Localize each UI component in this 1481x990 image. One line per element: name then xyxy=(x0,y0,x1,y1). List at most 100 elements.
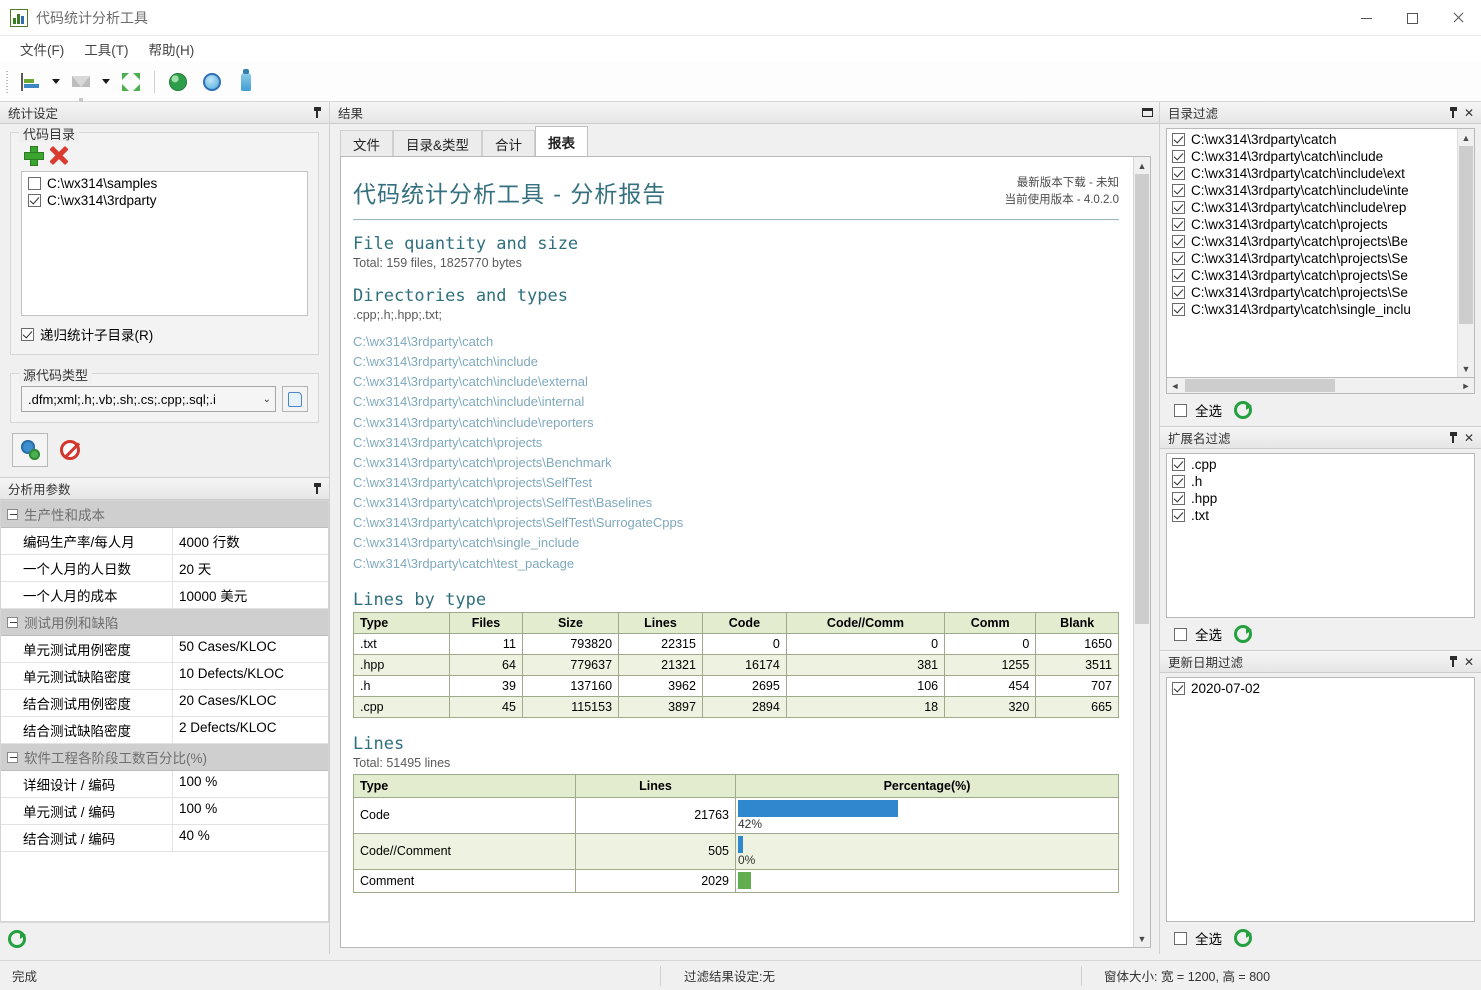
scrollbar-thumb[interactable] xyxy=(1185,379,1335,392)
list-item[interactable]: C:\wx314\3rdparty\catch\include xyxy=(1170,148,1457,165)
list-item[interactable]: C:\wx314\3rdparty xyxy=(24,192,305,209)
directory-filter-pin-button[interactable] xyxy=(1445,104,1461,122)
checkbox[interactable] xyxy=(1172,269,1185,282)
list-item[interactable]: C:\wx314\3rdparty\catch\projects\Se xyxy=(1170,284,1457,301)
list-item[interactable]: C:\wx314\3rdparty\catch\projects\Se xyxy=(1170,267,1457,284)
checkbox[interactable] xyxy=(1172,133,1185,146)
table-row[interactable]: 单元测试 / 编码 100 % xyxy=(1,798,328,825)
param-group-header[interactable]: 测试用例和缺陷 xyxy=(1,609,328,636)
checkbox[interactable] xyxy=(1172,184,1185,197)
scrollbar-thumb[interactable] xyxy=(1459,146,1473,324)
source-type-browse-button[interactable] xyxy=(282,386,308,412)
list-item[interactable]: C:\wx314\3rdparty\catch\include\inte xyxy=(1170,182,1457,199)
source-type-select[interactable]: .dfm;xml;.h;.vb;.sh;.cs;.cpp;.sql;.i ⌄ xyxy=(21,386,276,412)
refresh-icon[interactable] xyxy=(1234,929,1252,947)
table-row[interactable]: 结合测试用例密度 20 Cases/KLOC xyxy=(1,690,328,717)
filter-dropdown-arrow[interactable] xyxy=(98,66,114,98)
checkbox[interactable] xyxy=(28,177,41,190)
results-dock-button[interactable] xyxy=(1139,104,1155,122)
table-row[interactable]: 一个人月的成本 10000 美元 xyxy=(1,582,328,609)
scroll-right-button[interactable]: ► xyxy=(1458,381,1474,391)
param-value[interactable]: 10 Defects/KLOC xyxy=(173,663,328,689)
table-row[interactable]: 单元测试用例密度 50 Cases/KLOC xyxy=(1,636,328,663)
list-item[interactable]: C:\wx314\3rdparty\catch\projects xyxy=(1170,216,1457,233)
directory-filter-close-button[interactable]: ✕ xyxy=(1461,104,1477,122)
checkbox[interactable] xyxy=(1172,492,1185,505)
scroll-down-button[interactable]: ▼ xyxy=(1458,360,1474,377)
extension-filter-list[interactable]: .cpp .h .hpp .txt xyxy=(1166,453,1475,618)
list-item[interactable]: C:\wx314\samples xyxy=(24,175,305,192)
checkbox[interactable] xyxy=(1172,201,1185,214)
param-value[interactable]: 20 Cases/KLOC xyxy=(173,690,328,716)
collapse-icon[interactable] xyxy=(7,508,18,520)
table-row[interactable]: 一个人月的人日数 20 天 xyxy=(1,555,328,582)
checkbox[interactable] xyxy=(1172,150,1185,163)
param-group-header[interactable]: 软件工程各阶段工数百分比(%) xyxy=(1,744,328,771)
checkbox[interactable] xyxy=(1172,458,1185,471)
list-item[interactable]: C:\wx314\3rdparty\catch\projects\Se xyxy=(1170,250,1457,267)
checkbox[interactable] xyxy=(1172,218,1185,231)
close-button[interactable] xyxy=(1435,0,1481,36)
extension-filter-pin-button[interactable] xyxy=(1445,429,1461,447)
param-value[interactable]: 100 % xyxy=(173,798,328,824)
checkbox[interactable] xyxy=(21,327,34,341)
date-filter-pin-button[interactable] xyxy=(1445,653,1461,671)
table-row[interactable]: 单元测试缺陷密度 10 Defects/KLOC xyxy=(1,663,328,690)
collapse-icon[interactable] xyxy=(7,616,18,628)
table-row[interactable]: 编码生产率/每人月 4000 行数 xyxy=(1,528,328,555)
param-value[interactable]: 20 天 xyxy=(173,555,328,581)
menu-tools[interactable]: 工具(T) xyxy=(74,37,138,61)
add-directory-button[interactable] xyxy=(23,145,44,166)
checkbox[interactable] xyxy=(1172,303,1185,316)
checkbox[interactable] xyxy=(1174,627,1187,641)
checkbox[interactable] xyxy=(1172,235,1185,248)
refresh-icon[interactable] xyxy=(1234,625,1252,643)
param-value[interactable]: 4000 行数 xyxy=(173,528,328,554)
update-button[interactable] xyxy=(195,66,229,98)
scroll-up-button[interactable]: ▲ xyxy=(1458,129,1474,146)
list-item[interactable]: .cpp xyxy=(1170,456,1474,473)
param-value[interactable]: 10000 美元 xyxy=(173,582,328,608)
list-item[interactable]: C:\wx314\3rdparty\catch\single_inclu xyxy=(1170,301,1457,318)
param-value[interactable]: 100 % xyxy=(173,771,328,797)
extension-filter-close-button[interactable]: ✕ xyxy=(1461,429,1477,447)
settings-pin-button[interactable] xyxy=(309,104,325,122)
checkbox[interactable] xyxy=(1172,682,1185,695)
directory-filter-scrollbar[interactable]: ▲ ▼ xyxy=(1457,129,1474,377)
tab-dirs-types[interactable]: 目录&类型 xyxy=(393,130,483,156)
checkbox[interactable] xyxy=(28,194,41,207)
checkbox[interactable] xyxy=(1172,167,1185,180)
param-value[interactable]: 2 Defects/KLOC xyxy=(173,717,328,743)
export-button[interactable] xyxy=(229,66,263,98)
scroll-left-button[interactable]: ◄ xyxy=(1167,381,1183,391)
checkbox[interactable] xyxy=(1172,475,1185,488)
toolbar-grip[interactable] xyxy=(3,68,11,95)
checkbox[interactable] xyxy=(1172,252,1185,265)
list-item[interactable]: C:\wx314\3rdparty\catch\include\ext xyxy=(1170,165,1457,182)
statistics-dropdown-arrow[interactable] xyxy=(48,66,64,98)
list-item[interactable]: 2020-07-02 xyxy=(1170,680,1474,697)
filter-button[interactable] xyxy=(64,66,98,105)
list-item[interactable]: C:\wx314\3rdparty\catch xyxy=(1170,131,1457,148)
statistics-button[interactable] xyxy=(14,66,48,98)
refresh-icon[interactable] xyxy=(1234,401,1252,419)
date-filter-close-button[interactable]: ✕ xyxy=(1461,653,1477,671)
refresh-icon[interactable] xyxy=(8,929,26,948)
collapse-icon[interactable] xyxy=(7,751,18,763)
tab-total[interactable]: 合计 xyxy=(482,130,536,156)
list-item[interactable]: .hpp xyxy=(1170,490,1474,507)
expand-button[interactable] xyxy=(114,66,148,98)
param-group-header[interactable]: 生产性和成本 xyxy=(1,501,328,528)
tab-files[interactable]: 文件 xyxy=(340,130,393,156)
checkbox[interactable] xyxy=(1174,403,1187,417)
maximize-button[interactable] xyxy=(1389,0,1435,36)
menu-help[interactable]: 帮助(H) xyxy=(139,37,205,61)
scrollbar-thumb[interactable] xyxy=(1135,174,1149,624)
recursive-checkbox-row[interactable]: 递归统计子目录(R) xyxy=(21,324,308,344)
tab-report[interactable]: 报表 xyxy=(535,126,589,156)
scroll-up-button[interactable]: ▲ xyxy=(1134,157,1150,174)
param-value[interactable]: 50 Cases/KLOC xyxy=(173,636,328,662)
table-row[interactable]: 结合测试缺陷密度 2 Defects/KLOC xyxy=(1,717,328,744)
list-item[interactable]: C:\wx314\3rdparty\catch\projects\Be xyxy=(1170,233,1457,250)
list-item[interactable]: .h xyxy=(1170,473,1474,490)
